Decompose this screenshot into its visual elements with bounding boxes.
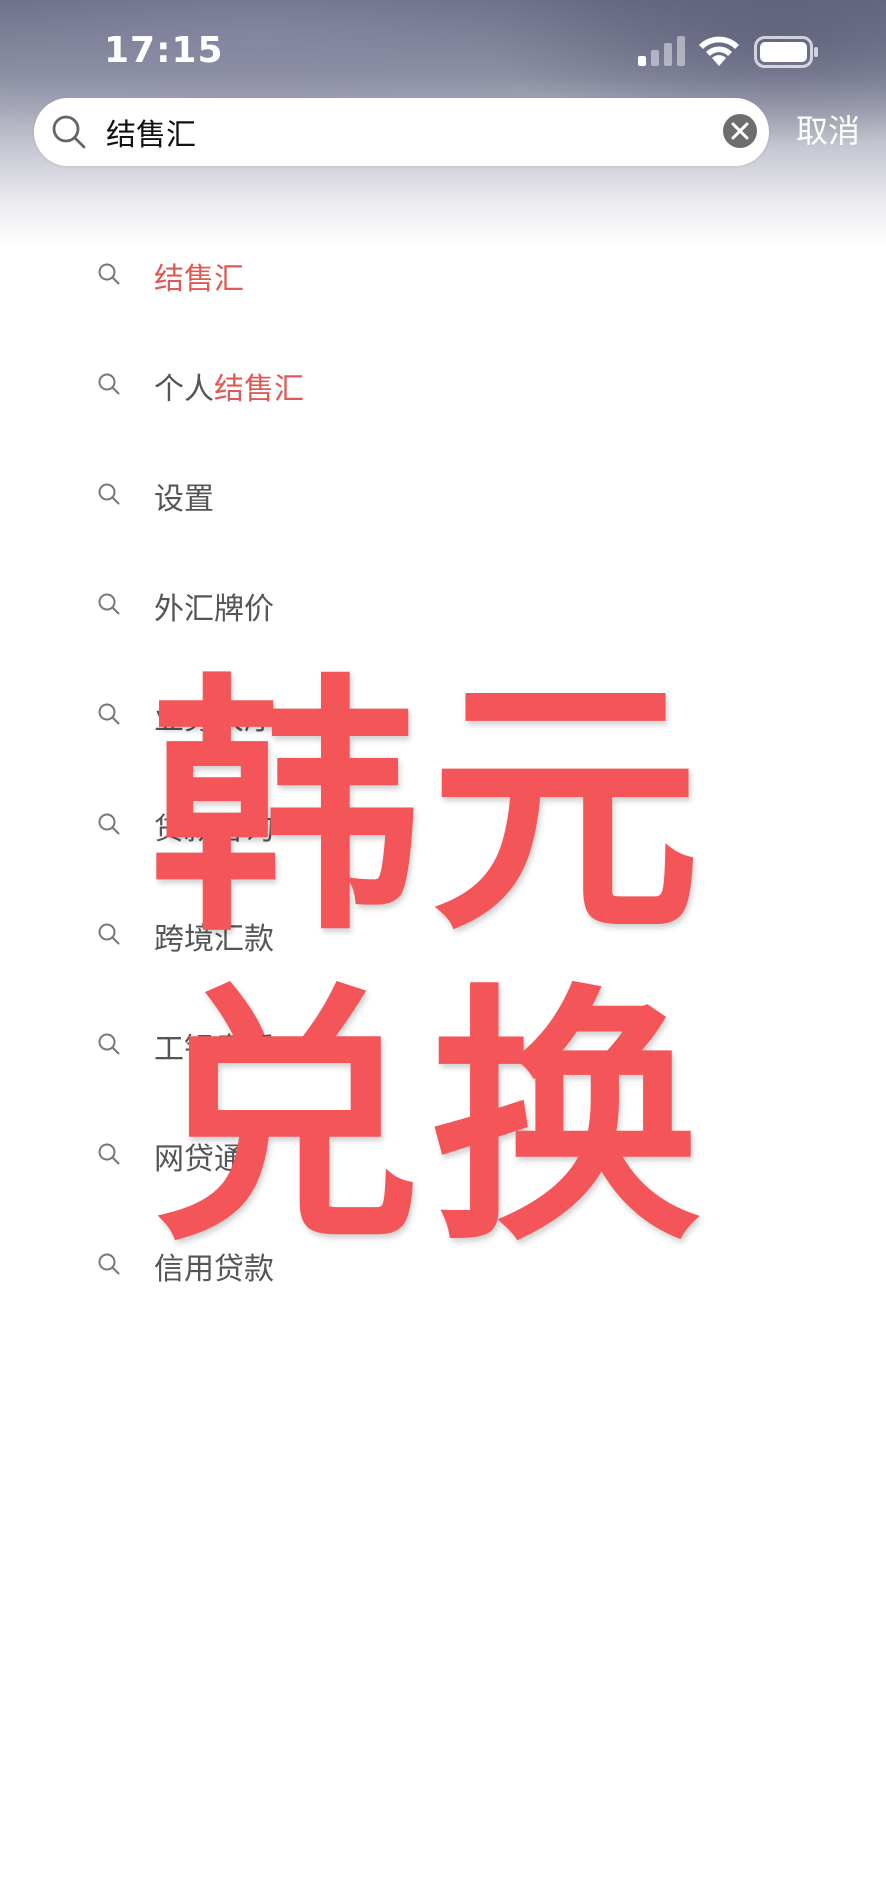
search-icon	[52, 115, 86, 149]
suggestion-label: 结售汇	[154, 262, 244, 297]
suggestion-item[interactable]: 个人结售汇	[0, 350, 886, 420]
overlay-title-line1: 韩元	[150, 652, 710, 967]
suggestion-item[interactable]: 外汇牌价	[0, 570, 886, 640]
search-icon	[98, 813, 120, 835]
search-icon	[98, 1253, 120, 1275]
suggestion-item[interactable]: 设置	[0, 460, 886, 530]
status-time: 17:15	[104, 30, 224, 71]
clear-icon[interactable]	[722, 113, 758, 149]
search-input[interactable]	[106, 108, 666, 156]
battery-icon	[754, 36, 818, 68]
search-icon	[98, 1143, 120, 1165]
suggestion-label: 个人结售汇	[154, 372, 304, 407]
cellular-signal-icon	[638, 36, 685, 66]
search-icon	[98, 373, 120, 395]
search-icon	[98, 263, 120, 285]
wifi-icon	[699, 36, 739, 66]
suggestion-label: 设置	[154, 482, 214, 517]
search-icon	[98, 1033, 120, 1055]
search-icon	[98, 923, 120, 945]
search-bar	[34, 98, 769, 166]
cancel-button[interactable]: 取消	[796, 106, 880, 150]
overlay-title-line2: 兑换	[150, 962, 710, 1277]
suggestion-item[interactable]: 结售汇	[0, 240, 886, 310]
suggestion-label: 外汇牌价	[154, 592, 274, 627]
search-icon	[98, 703, 120, 725]
search-icon	[98, 483, 120, 505]
search-icon	[98, 593, 120, 615]
status-bar: 17:15	[0, 0, 886, 100]
